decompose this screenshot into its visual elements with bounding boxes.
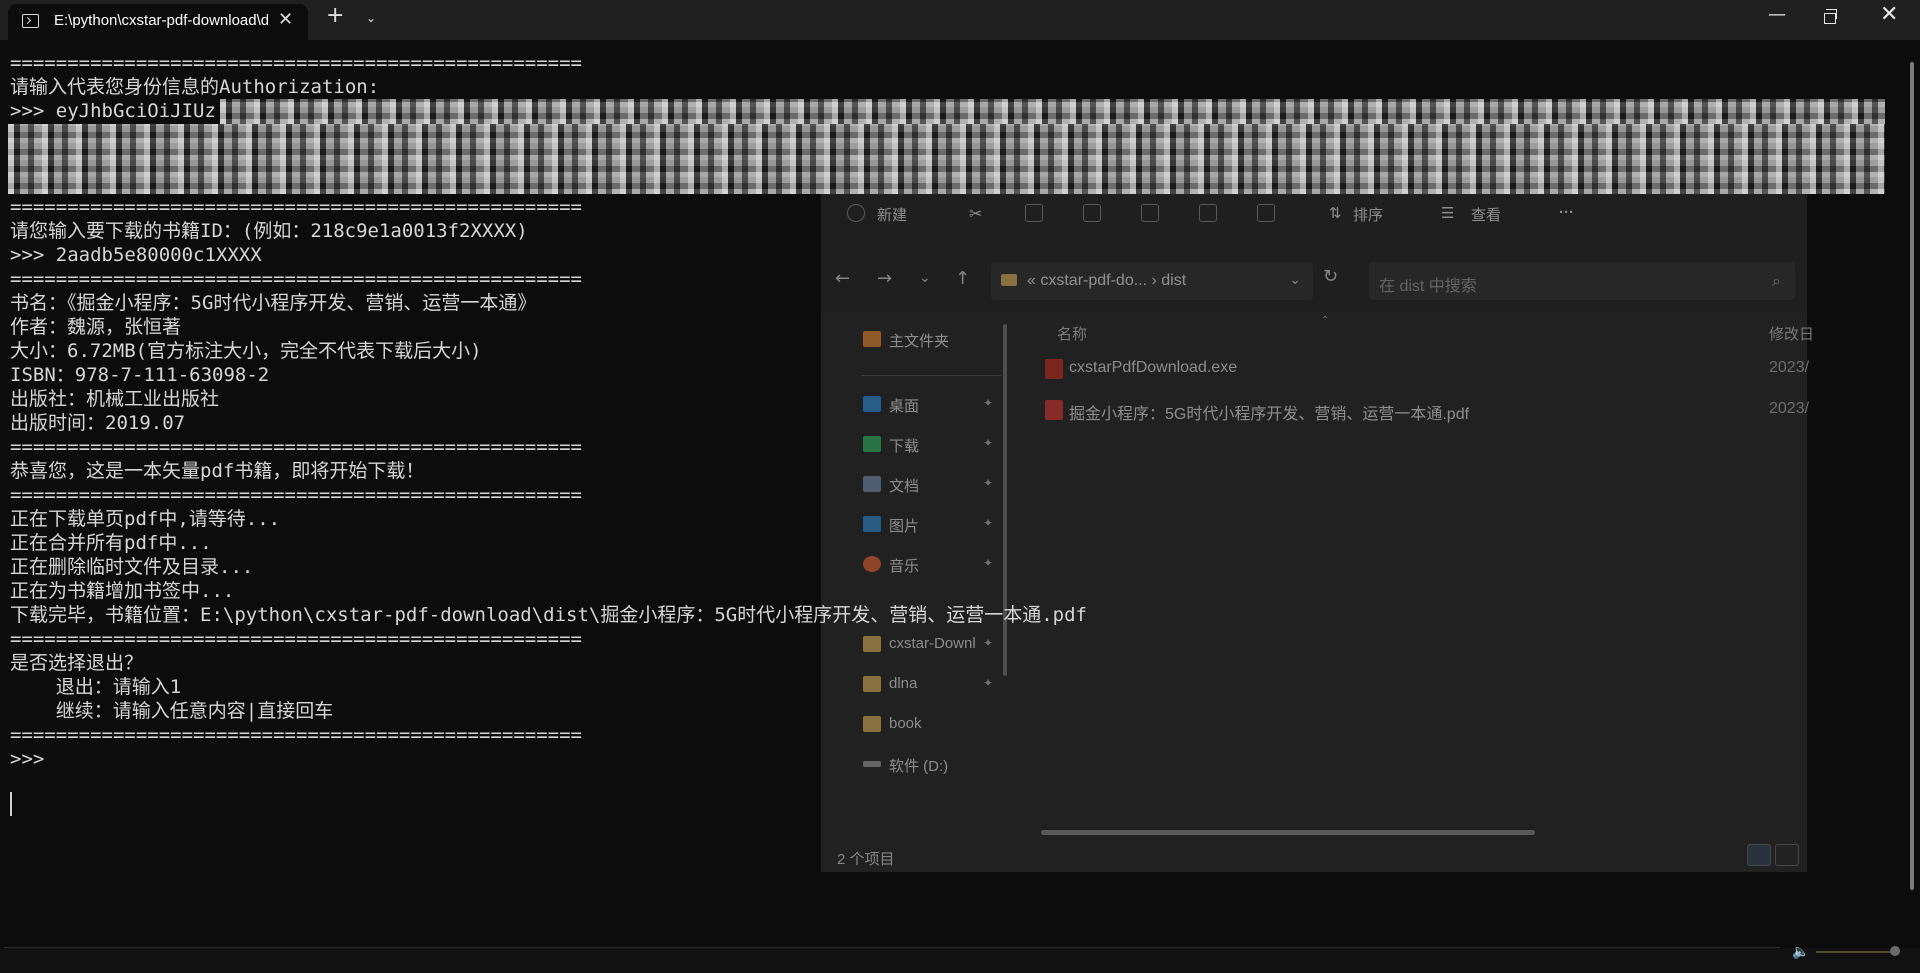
terminal-line: ISBN：978-7-111-63098-2 bbox=[10, 364, 270, 386]
title-bar: E:\python\cxstar-pdf-download\dist\cxsta… bbox=[0, 0, 1920, 40]
terminal-scrollbar[interactable] bbox=[1910, 62, 1914, 890]
minimize-button[interactable]: — bbox=[1768, 4, 1786, 25]
tab-dropdown-icon[interactable]: ⌄ bbox=[366, 11, 376, 25]
terminal-line: 作者：魏源，张恒著 bbox=[10, 316, 182, 338]
terminal-line: 正在删除临时文件及目录... bbox=[10, 556, 254, 578]
bottom-divider bbox=[4, 947, 1780, 948]
volume-slider-knob[interactable] bbox=[1890, 946, 1900, 956]
redacted-token-area bbox=[220, 99, 1885, 124]
terminal-line: >>> 2aadb5e80000c1XXXX bbox=[10, 244, 262, 266]
tab-title: E:\python\cxstar-pdf-download\dist\cxsta… bbox=[54, 12, 268, 29]
terminal-line: 正在下载单页pdf中,请等待... bbox=[10, 508, 281, 530]
terminal-line: 出版社：机械工业出版社 bbox=[10, 388, 220, 410]
terminal-line: ========================================… bbox=[10, 196, 582, 218]
terminal-line: 退出：请输入1 bbox=[10, 676, 182, 698]
redacted-token-area bbox=[8, 124, 1885, 194]
terminal-line: 书名：《掘金小程序：5G时代小程序开发、营销、运营一本通》 bbox=[10, 292, 537, 314]
terminal-line: ========================================… bbox=[10, 484, 582, 506]
terminal-line: ========================================… bbox=[10, 52, 582, 74]
terminal-line: 下载完毕，书籍位置：E:\python\cxstar-pdf-download\… bbox=[10, 604, 1087, 626]
terminal-line: 继续：请输入任意内容|直接回车 bbox=[10, 700, 334, 722]
terminal-line: 正在为书籍增加书签中... bbox=[10, 580, 235, 602]
new-tab-button[interactable]: + bbox=[326, 3, 344, 28]
terminal-line: ========================================… bbox=[10, 268, 582, 290]
terminal-line: 正在合并所有pdf中... bbox=[10, 532, 212, 554]
terminal-line: ========================================… bbox=[10, 724, 582, 746]
terminal-line: 恭喜您，这是一本矢量pdf书籍，即将开始下载！ bbox=[10, 460, 425, 482]
terminal-icon bbox=[22, 14, 39, 28]
terminal-line: 请您输入要下载的书籍ID：(例如：218c9e1a0013f2XXXX) bbox=[10, 220, 528, 242]
terminal-line: >>> bbox=[10, 748, 45, 770]
restore-button[interactable] bbox=[1824, 9, 1837, 24]
terminal-line: ========================================… bbox=[10, 436, 582, 458]
terminal-line: ========================================… bbox=[10, 628, 582, 650]
close-window-button[interactable]: ✕ bbox=[1880, 2, 1898, 27]
volume-slider-track[interactable] bbox=[1816, 951, 1896, 953]
tab-close-icon[interactable]: ✕ bbox=[278, 9, 293, 30]
text-cursor bbox=[10, 792, 12, 816]
terminal-line: 大小：6.72MB(官方标注大小，完全不代表下载后大小) bbox=[10, 340, 482, 362]
terminal-line: 出版时间：2019.07 bbox=[10, 412, 186, 434]
terminal-line: 是否选择退出？ bbox=[10, 652, 144, 674]
terminal-tab[interactable]: E:\python\cxstar-pdf-download\dist\cxsta… bbox=[8, 4, 308, 40]
terminal-line: 请输入代表您身份信息的Authorization: bbox=[10, 76, 380, 98]
terminal-bottom-bar bbox=[0, 948, 1920, 973]
volume-icon: 🔈 bbox=[1792, 944, 1810, 960]
